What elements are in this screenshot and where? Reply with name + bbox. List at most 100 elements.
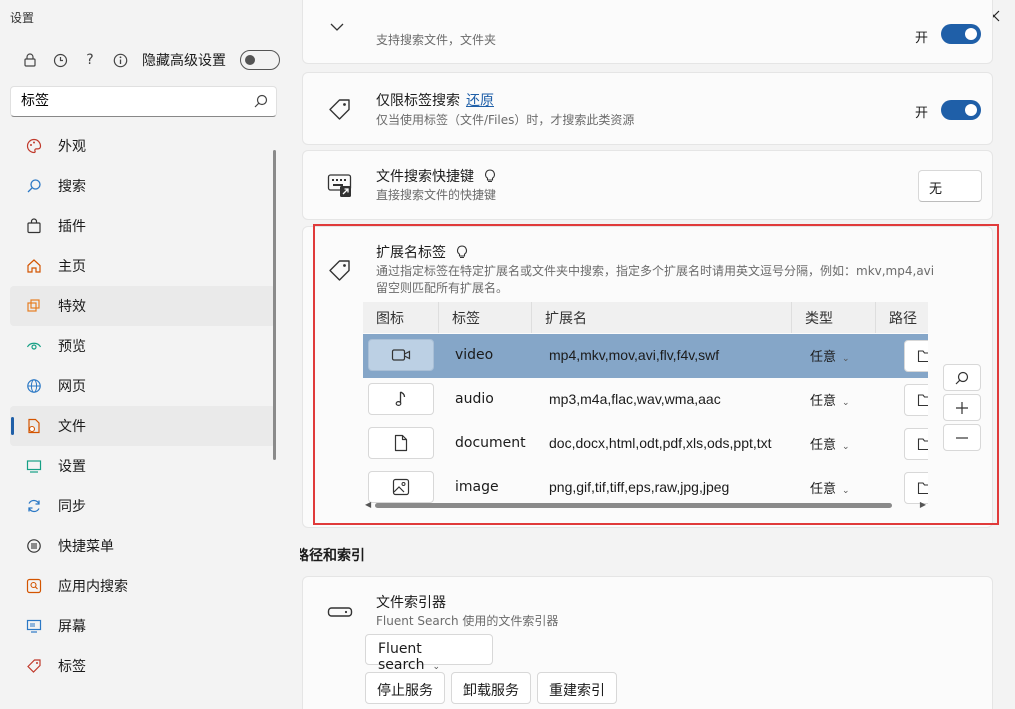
help-icon[interactable]: ?: [82, 52, 98, 68]
row-icon-button[interactable]: [368, 427, 434, 459]
column-header-tag[interactable]: 标签: [452, 308, 480, 328]
sidebar-item-quick-menu[interactable]: 快捷菜单: [10, 526, 275, 566]
indexer-dropdown[interactable]: Fluent search ⌄: [365, 634, 493, 673]
restore-link[interactable]: 还原: [466, 93, 494, 109]
sidebar-item-label: 设置: [58, 459, 86, 475]
sidebar-item-search[interactable]: 搜索: [10, 166, 275, 206]
chevron-down-icon[interactable]: [327, 21, 353, 47]
row-type-dropdown[interactable]: 任意 ⌄: [810, 434, 850, 453]
lock-icon[interactable]: [22, 52, 38, 68]
table-horizontal-scrollbar[interactable]: ◀ ▶: [363, 500, 928, 510]
sidebar-toolbar: ? 隐藏高级设置: [22, 48, 280, 72]
search-icon[interactable]: [254, 94, 268, 108]
advanced-settings-toggle[interactable]: [240, 50, 280, 70]
file-search-subtitle: 支持搜索文件，文件夹: [376, 33, 497, 47]
indexer-dropdown-value: Fluent search: [378, 641, 425, 673]
window-title: 设置: [10, 11, 35, 25]
remove-row-button[interactable]: [943, 424, 981, 451]
sidebar-item-label: 网页: [58, 379, 86, 395]
globe-icon: [26, 378, 42, 394]
sidebar-item-label: 标签: [58, 659, 86, 675]
search-icon: [26, 178, 42, 194]
sidebar-item-plugins[interactable]: 插件: [10, 206, 275, 246]
rebuild-index-button[interactable]: 重建索引: [537, 672, 617, 704]
sidebar-item-label: 外观: [58, 139, 86, 155]
sync-icon: [26, 498, 42, 514]
tag-only-toggle[interactable]: [941, 100, 981, 120]
row-icon-button[interactable]: [368, 383, 434, 415]
sidebar-item-effects[interactable]: 特效: [10, 286, 275, 326]
row-path-button[interactable]: [904, 384, 928, 416]
app-search-icon: [26, 578, 42, 594]
plus-icon: [956, 401, 968, 414]
hotkey-title: 文件搜索快捷键: [376, 169, 474, 185]
row-extensions: png,gif,tif,tiff,eps,raw,jpg,jpeg: [549, 479, 730, 495]
sidebar-item-files[interactable]: 文件: [10, 406, 275, 446]
table-row[interactable]: video mp4,mkv,mov,avi,flv,f4v,swf 任意 ⌄: [363, 334, 928, 378]
row-icon-button[interactable]: [368, 471, 434, 503]
chevron-down-icon: ⌄: [432, 662, 441, 672]
settings-search-box[interactable]: [10, 86, 277, 117]
row-type-dropdown[interactable]: 任意 ⌄: [810, 346, 850, 365]
chevron-down-icon: ⌄: [842, 486, 850, 496]
add-row-button[interactable]: [943, 394, 981, 421]
row-icon-button[interactable]: [368, 339, 434, 371]
eye-icon: [26, 338, 42, 354]
scroll-left-icon[interactable]: ◀: [365, 500, 371, 509]
sidebar-item-appearance[interactable]: 外观: [10, 126, 275, 166]
column-header-type[interactable]: 类型: [805, 308, 833, 328]
column-header-path[interactable]: 路径: [889, 308, 917, 328]
row-tag: image: [455, 479, 499, 495]
row-type-dropdown[interactable]: 任意 ⌄: [810, 390, 850, 409]
info-icon[interactable]: [112, 52, 128, 68]
row-type-value: 任意: [810, 394, 837, 409]
sidebar-item-settings[interactable]: 设置: [10, 446, 275, 486]
sidebar-nav: 外观 搜索 插件 主页 特效 预览 网页 文件 设置 同步 快捷菜单 应用内搜索…: [10, 126, 275, 686]
sidebar-item-sync[interactable]: 同步: [10, 486, 275, 526]
chevron-down-icon: ⌄: [842, 354, 850, 364]
sidebar-item-tags[interactable]: 标签: [10, 646, 275, 686]
sidebar-item-home[interactable]: 主页: [10, 246, 275, 286]
hotkey-button[interactable]: 无: [918, 170, 982, 202]
table-row[interactable]: document doc,docx,html,odt,pdf,xls,ods,p…: [363, 422, 928, 466]
chevron-down-icon: ⌄: [842, 442, 850, 452]
settings-search-input[interactable]: [21, 92, 241, 108]
uninstall-service-button[interactable]: 卸载服务: [451, 672, 531, 704]
row-path-button[interactable]: [904, 428, 928, 460]
stop-service-button[interactable]: 停止服务: [365, 672, 445, 704]
extension-tags-table: 图标 标签 扩展名 类型 路径 video mp4,mkv,mov,avi,fl…: [363, 302, 928, 510]
sidebar-item-preview[interactable]: 预览: [10, 326, 275, 366]
lightbulb-icon: [457, 245, 468, 259]
drive-icon: [327, 607, 353, 617]
sidebar-item-screen[interactable]: 屏幕: [10, 606, 275, 646]
sidebar-scrollbar[interactable]: [273, 150, 276, 460]
scroll-right-icon[interactable]: ▶: [920, 500, 926, 509]
row-type-value: 任意: [810, 482, 837, 497]
row-type-value: 任意: [810, 438, 837, 453]
history-icon[interactable]: [52, 52, 68, 68]
tag-only-toggle-label: 开: [915, 106, 929, 121]
chevron-down-icon: ⌄: [842, 398, 850, 408]
section-title-path-index: 路径和索引: [300, 548, 365, 564]
indexer-subtitle: Fluent Search 使用的文件索引器: [376, 614, 559, 628]
column-header-icon[interactable]: 图标: [376, 308, 404, 328]
file-search-toggle[interactable]: [941, 24, 981, 44]
extension-tags-card: 扩展名标签 通过指定标签在特定扩展名或文件夹中搜索，指定多个扩展名时请用英文逗号…: [302, 226, 993, 528]
sidebar-item-label: 快捷菜单: [58, 539, 114, 555]
sidebar-item-label: 屏幕: [58, 619, 86, 635]
table-header: 图标 标签 扩展名 类型 路径: [363, 302, 928, 333]
table-row[interactable]: audio mp3,m4a,flac,wav,wma,aac 任意 ⌄: [363, 378, 928, 422]
layers-icon: [26, 298, 42, 314]
row-type-dropdown[interactable]: 任意 ⌄: [810, 478, 850, 497]
row-type-value: 任意: [810, 350, 837, 365]
sidebar-item-label: 搜索: [58, 179, 86, 195]
sidebar-item-web[interactable]: 网页: [10, 366, 275, 406]
scrollbar-thumb[interactable]: [375, 503, 892, 508]
search-row-button[interactable]: [943, 364, 981, 391]
row-extensions: mp3,m4a,flac,wav,wma,aac: [549, 391, 721, 407]
sidebar-item-label: 应用内搜索: [58, 579, 128, 595]
sidebar-item-in-app-search[interactable]: 应用内搜索: [10, 566, 275, 606]
row-tag: audio: [455, 391, 494, 407]
row-path-button[interactable]: [904, 340, 928, 372]
column-header-extension[interactable]: 扩展名: [545, 308, 587, 328]
